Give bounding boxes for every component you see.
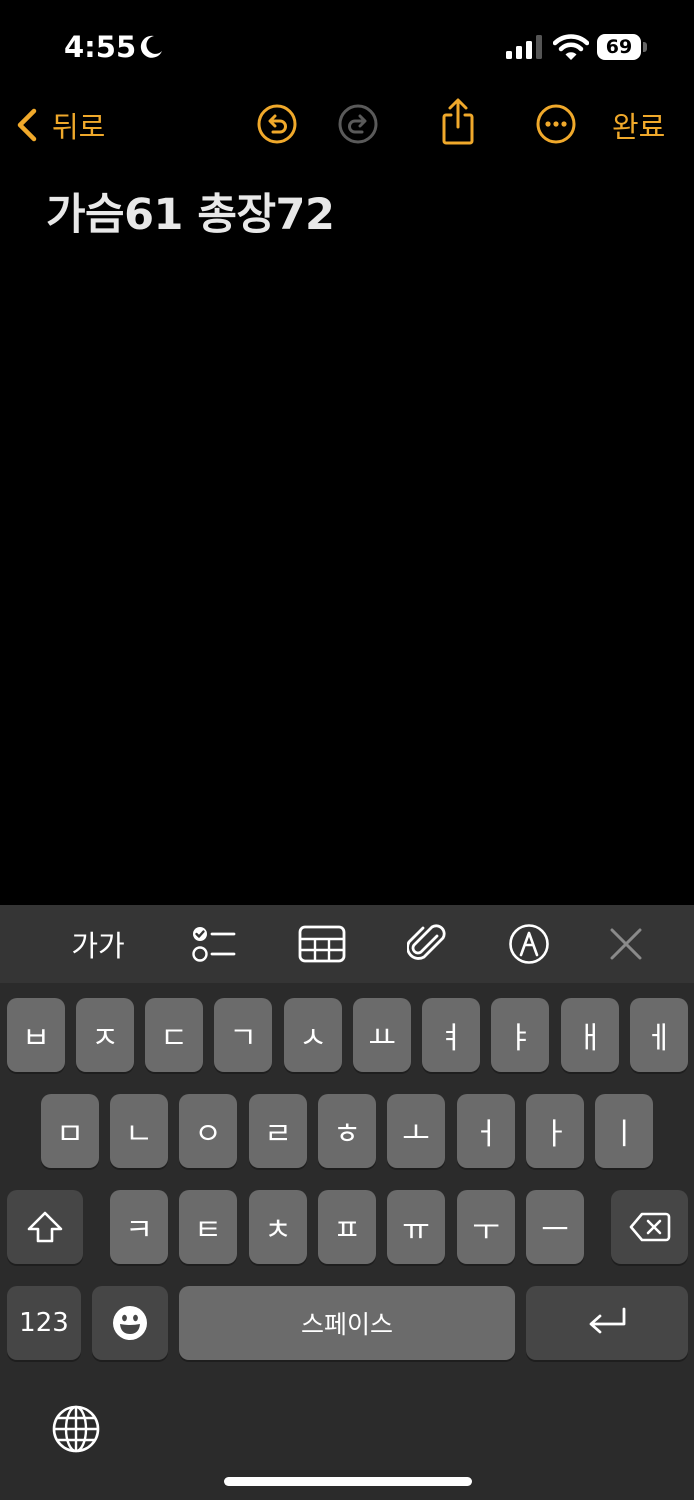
share-icon[interactable] [437,97,479,147]
battery-tip [643,42,647,52]
attachment-button[interactable] [404,922,452,966]
key[interactable]: ㅈ [76,998,134,1072]
key[interactable]: ㅐ [561,998,619,1072]
key[interactable]: ㅗ [387,1094,445,1168]
moon-icon [140,35,162,58]
key[interactable]: ㅏ [526,1094,584,1168]
key[interactable]: ㅌ [179,1190,237,1264]
key[interactable]: ㅔ [630,998,688,1072]
more-icon[interactable] [535,103,577,145]
wifi-icon [553,34,589,60]
note-title[interactable]: 가슴61 총장72 [46,180,335,242]
key[interactable]: ㅍ [318,1190,376,1264]
key[interactable]: ㅜ [457,1190,515,1264]
key[interactable]: ㄹ [249,1094,307,1168]
close-icon [610,928,642,960]
home-indicator [224,1477,472,1486]
shift-icon [27,1211,63,1243]
redo-icon[interactable] [337,103,379,145]
numbers-key[interactable]: 123 [7,1286,81,1360]
emoji-key[interactable] [92,1286,168,1360]
status-time: 4:55 [64,30,137,64]
backspace-key[interactable] [611,1190,688,1264]
text-format-button[interactable]: 가가 [62,922,134,966]
table-icon [298,925,346,963]
paperclip-icon [407,924,446,960]
key[interactable]: ㅓ [457,1094,515,1168]
backspace-icon [629,1212,670,1242]
key[interactable]: ㅋ [110,1190,168,1264]
done-button[interactable]: 완료 [612,104,665,146]
key[interactable]: ㅑ [491,998,549,1072]
key[interactable]: ㅛ [353,998,411,1072]
checklist-button[interactable] [186,922,238,966]
text-format-label: 가가 [71,929,125,963]
return-key[interactable] [526,1286,688,1360]
key[interactable]: ㅂ [7,998,65,1072]
space-key[interactable]: 스페이스 [179,1286,515,1360]
return-icon [589,1307,626,1334]
chevron-left-icon [17,108,37,142]
key[interactable]: ㅅ [284,998,342,1072]
key[interactable]: ㅠ [387,1190,445,1264]
key[interactable]: ㅕ [422,998,480,1072]
table-button[interactable] [297,922,347,966]
battery-level: 69 [597,34,641,60]
formatting-toolbar: 가가 [0,905,694,983]
signal-icon [506,35,542,59]
key[interactable]: ㅣ [595,1094,653,1168]
key[interactable]: ㅊ [249,1190,307,1264]
battery-icon: 69 [597,34,649,60]
key[interactable]: ㄱ [214,998,272,1072]
globe-icon[interactable] [51,1404,101,1454]
key[interactable]: ㅁ [41,1094,99,1168]
navigation-bar: 뒤로 완료 [0,95,694,155]
undo-icon[interactable] [256,103,298,145]
key[interactable]: ㄷ [145,998,203,1072]
status-bar: 4:55 69 [0,0,694,95]
markup-button[interactable] [507,922,551,966]
emoji-icon [113,1306,147,1340]
back-label: 뒤로 [52,110,106,144]
back-button[interactable]: 뒤로 [14,103,105,147]
key[interactable]: ㅡ [526,1190,584,1264]
key[interactable]: ㅇ [179,1094,237,1168]
shift-key[interactable] [7,1190,83,1264]
markup-pen-icon [509,924,549,964]
checklist-icon [192,927,236,962]
close-toolbar-button[interactable] [606,922,646,966]
key[interactable]: ㅎ [318,1094,376,1168]
key[interactable]: ㄴ [110,1094,168,1168]
